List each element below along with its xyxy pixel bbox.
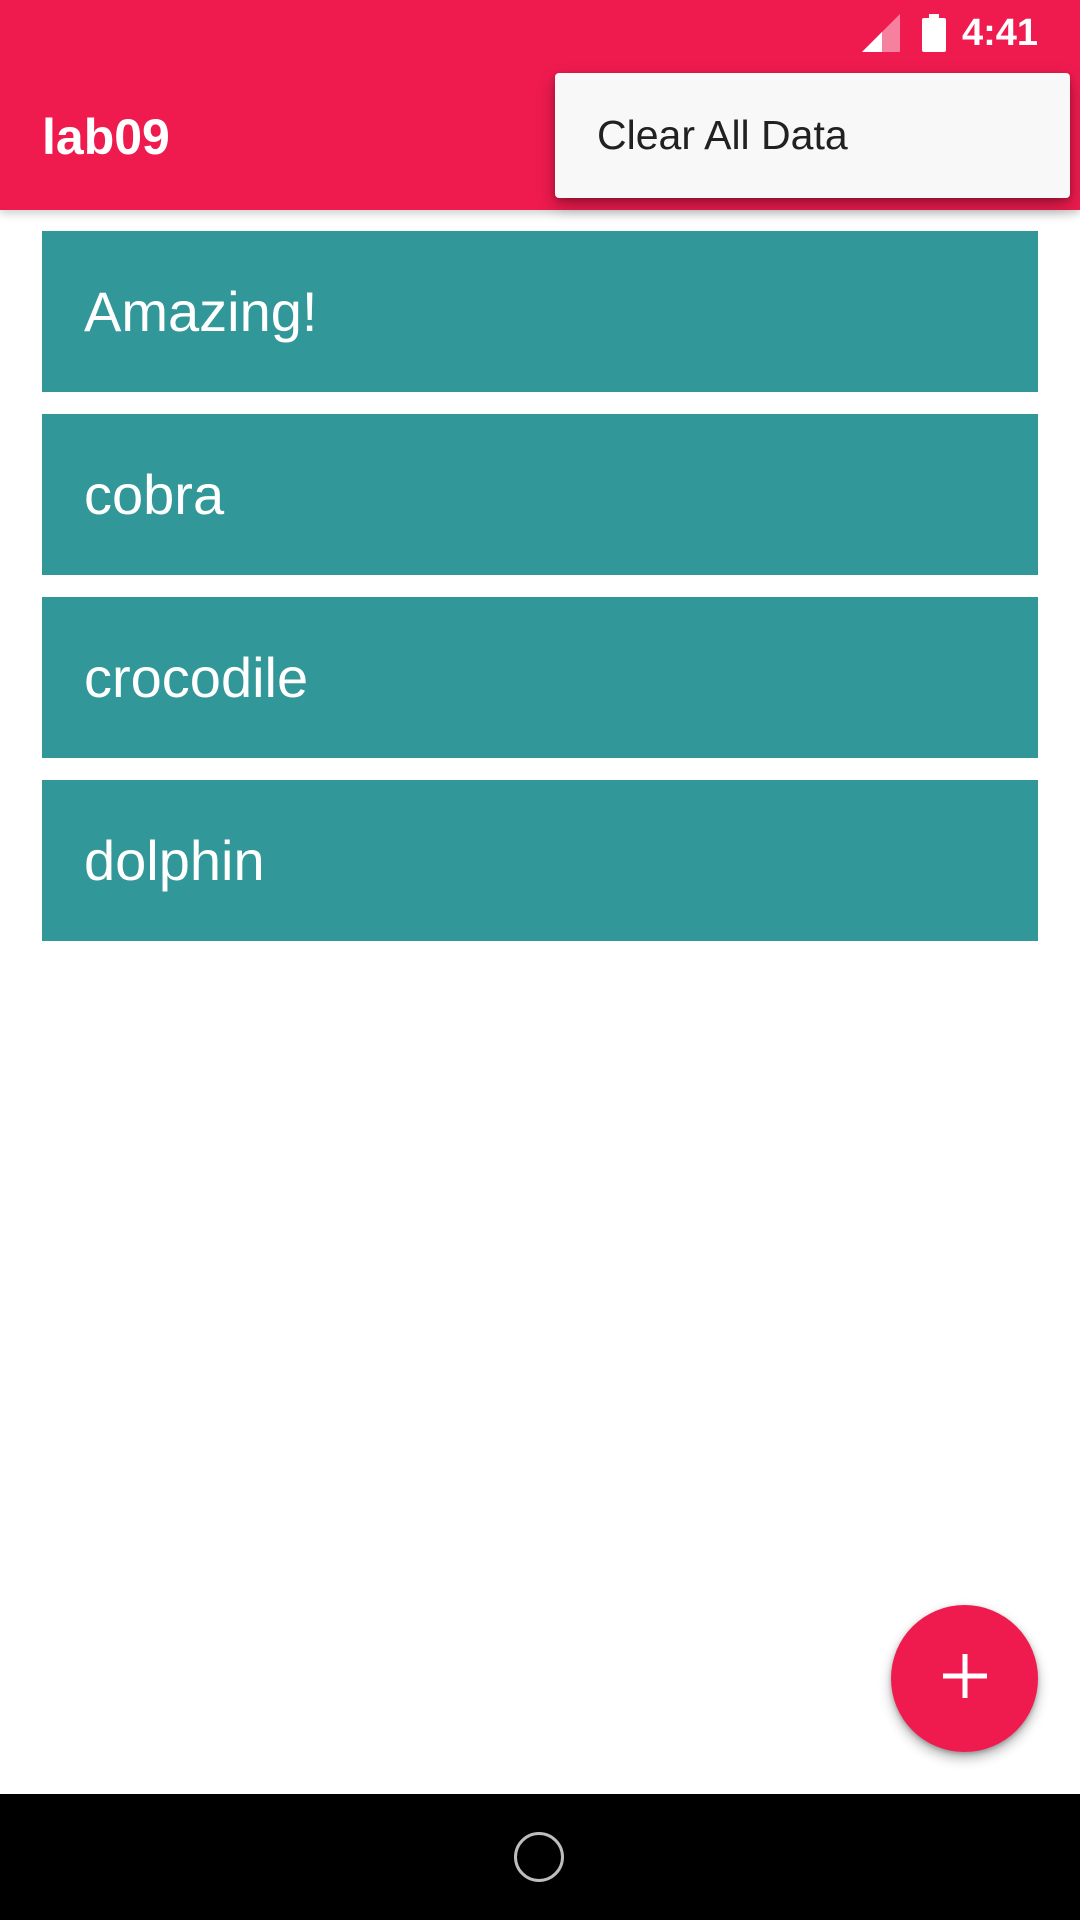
status-bar: 4:41 bbox=[0, 0, 1080, 66]
plus-icon bbox=[942, 1654, 987, 1703]
navigation-bar bbox=[0, 1794, 1080, 1920]
clear-all-data-menu-item[interactable]: Clear All Data bbox=[555, 73, 1070, 198]
add-item-button[interactable] bbox=[891, 1605, 1038, 1752]
list-item-label: Amazing! bbox=[84, 280, 318, 343]
list-item-label: dolphin bbox=[84, 829, 265, 892]
app-title: lab09 bbox=[42, 109, 170, 165]
list-item-label: cobra bbox=[84, 463, 225, 526]
signal-icon bbox=[862, 14, 900, 52]
home-circle-icon[interactable] bbox=[514, 1832, 564, 1882]
battery-icon bbox=[922, 14, 946, 52]
list-item[interactable]: Amazing! bbox=[42, 231, 1038, 392]
overflow-popup-menu: Clear All Data bbox=[555, 73, 1070, 198]
status-time: 4:41 bbox=[961, 12, 1038, 54]
list-item-label: crocodile bbox=[84, 646, 309, 709]
list-item[interactable]: cobra bbox=[42, 414, 1038, 575]
item-list: Amazing! cobra crocodile dolphin bbox=[42, 231, 1038, 963]
list-item[interactable]: crocodile bbox=[42, 597, 1038, 758]
screen: 4:41 lab09 Clear All Data Amazing! cobra… bbox=[0, 0, 1080, 1920]
list-item[interactable]: dolphin bbox=[42, 780, 1038, 941]
